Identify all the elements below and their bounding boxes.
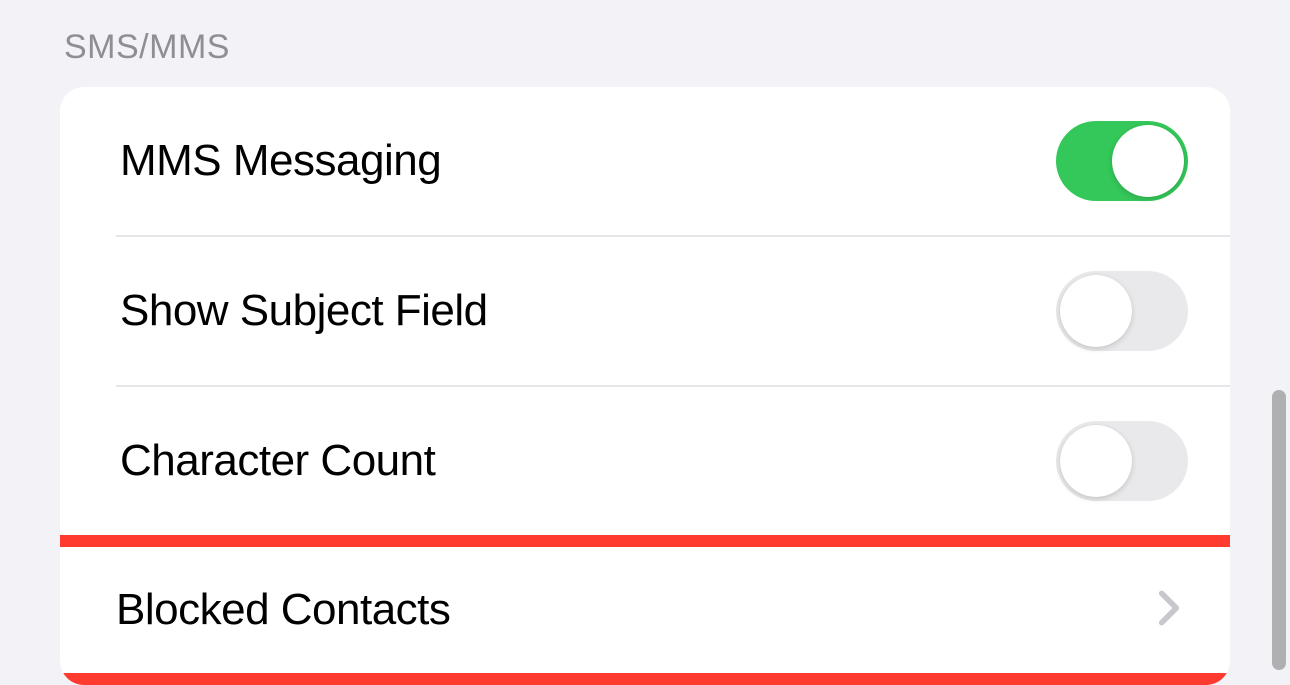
character-count-row[interactable]: Character Count bbox=[116, 387, 1230, 535]
character-count-toggle[interactable] bbox=[1056, 421, 1188, 501]
show-subject-field-row[interactable]: Show Subject Field bbox=[116, 237, 1230, 387]
blocked-contacts-row[interactable]: Blocked Contacts bbox=[60, 547, 1230, 673]
show-subject-field-toggle[interactable] bbox=[1056, 271, 1188, 351]
row-label: Show Subject Field bbox=[120, 286, 488, 336]
mms-messaging-row[interactable]: MMS Messaging bbox=[116, 87, 1230, 237]
mms-messaging-toggle[interactable] bbox=[1056, 121, 1188, 201]
scrollbar[interactable] bbox=[1272, 390, 1286, 670]
row-label: MMS Messaging bbox=[120, 136, 441, 186]
chevron-right-icon bbox=[1158, 581, 1188, 639]
toggle-knob bbox=[1060, 275, 1132, 347]
section-header: SMS/MMS bbox=[60, 0, 1230, 87]
settings-section: SMS/MMS MMS Messaging Show Subject Field… bbox=[0, 0, 1290, 685]
settings-group: MMS Messaging Show Subject Field Charact… bbox=[60, 87, 1230, 685]
row-label: Character Count bbox=[120, 436, 435, 486]
highlight-annotation: Blocked Contacts bbox=[60, 535, 1230, 685]
row-label: Blocked Contacts bbox=[116, 585, 450, 635]
toggle-knob bbox=[1060, 425, 1132, 497]
toggle-knob bbox=[1112, 125, 1184, 197]
